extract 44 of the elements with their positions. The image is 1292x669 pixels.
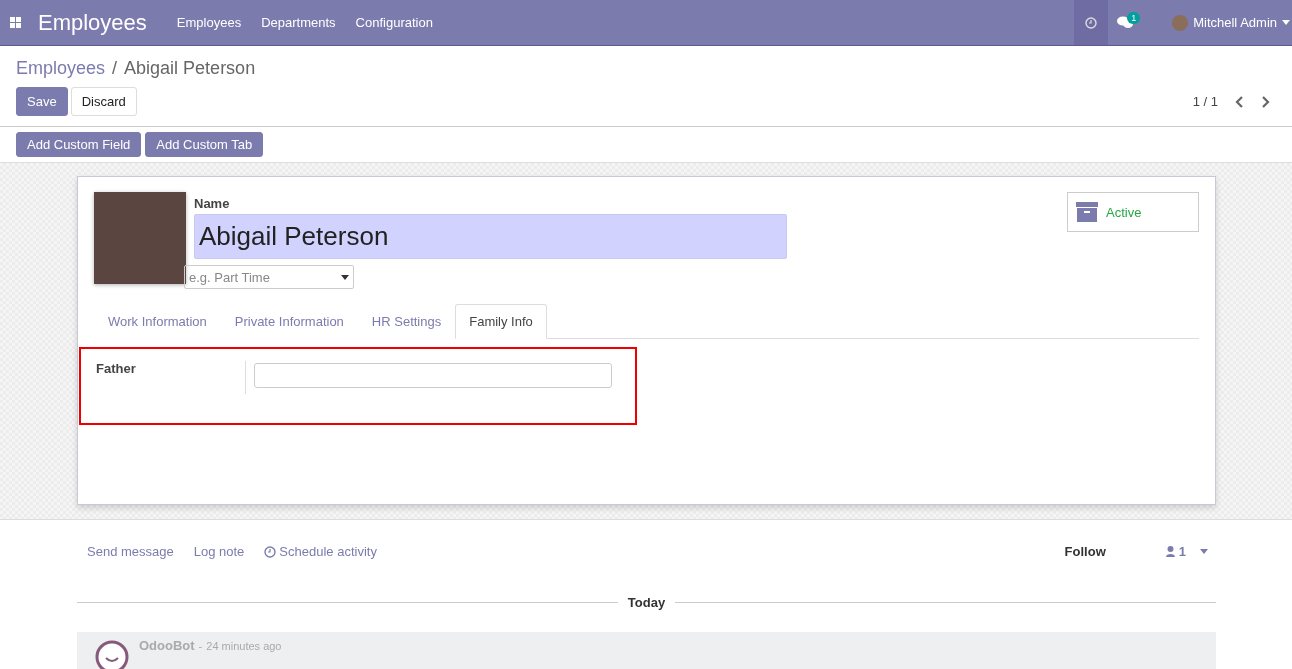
nav-menu-item[interactable]: Departments (261, 15, 336, 30)
discard-button[interactable]: Discard (70, 87, 137, 116)
save-button[interactable]: Save (16, 87, 68, 116)
date-separator: Today (627, 595, 666, 610)
follow-button[interactable]: Follow (1064, 544, 1106, 559)
chatter-link[interactable]: Send message (87, 544, 174, 559)
clock-icon (264, 545, 277, 558)
active-toggle-button[interactable]: Active (1067, 192, 1199, 232)
chatter-link[interactable]: Schedule activity (264, 544, 377, 559)
field-label: Name (194, 196, 231, 211)
chatter-link[interactable]: Log note (193, 544, 245, 559)
breadcrumb-current: Abigail Peterson (124, 58, 256, 79)
app-title: Employees (38, 9, 147, 36)
activity-button[interactable] (1074, 0, 1109, 45)
smiley-avatar-icon (95, 640, 129, 669)
breadcrumb-link[interactable]: Employees (16, 58, 106, 79)
caret-icon (1282, 20, 1290, 25)
user-menu[interactable]: Mitchell Admin (1172, 14, 1290, 31)
message-count-badge: 1 (1127, 12, 1141, 24)
form-tab[interactable]: Family Info (455, 304, 547, 339)
nav-menu-item[interactable]: Configuration (355, 15, 433, 30)
pager-counter: 1 / 1 (1192, 94, 1218, 109)
text-input[interactable] (254, 363, 612, 388)
messages-button[interactable]: 1 (1108, 0, 1143, 45)
next-icon[interactable] (1261, 95, 1270, 108)
followers-button[interactable]: 1 (1165, 544, 1208, 559)
name-input[interactable]: Abigail Peterson (194, 214, 787, 259)
person-icon (1165, 546, 1175, 557)
studio-button[interactable]: Add Custom Tab (145, 132, 264, 157)
message-time: 24 minutes ago (206, 640, 282, 652)
nav-menu-item[interactable]: Employees (176, 15, 242, 30)
message-separator: - (198, 640, 203, 652)
archive-box-icon (1076, 202, 1098, 222)
job-select[interactable]: e.g. Part Time (184, 265, 354, 289)
message-author: OdooBot (139, 638, 195, 653)
field-label: Father (96, 361, 246, 394)
user-avatar (1172, 14, 1189, 31)
clock-icon (1085, 16, 1098, 29)
previous-icon[interactable] (1235, 95, 1244, 108)
caret-icon (341, 274, 349, 280)
studio-button[interactable]: Add Custom Field (16, 132, 142, 157)
breadcrumb-separator: / (112, 58, 118, 79)
caret-icon (1200, 549, 1208, 554)
apps-menu-icon[interactable] (10, 16, 22, 29)
